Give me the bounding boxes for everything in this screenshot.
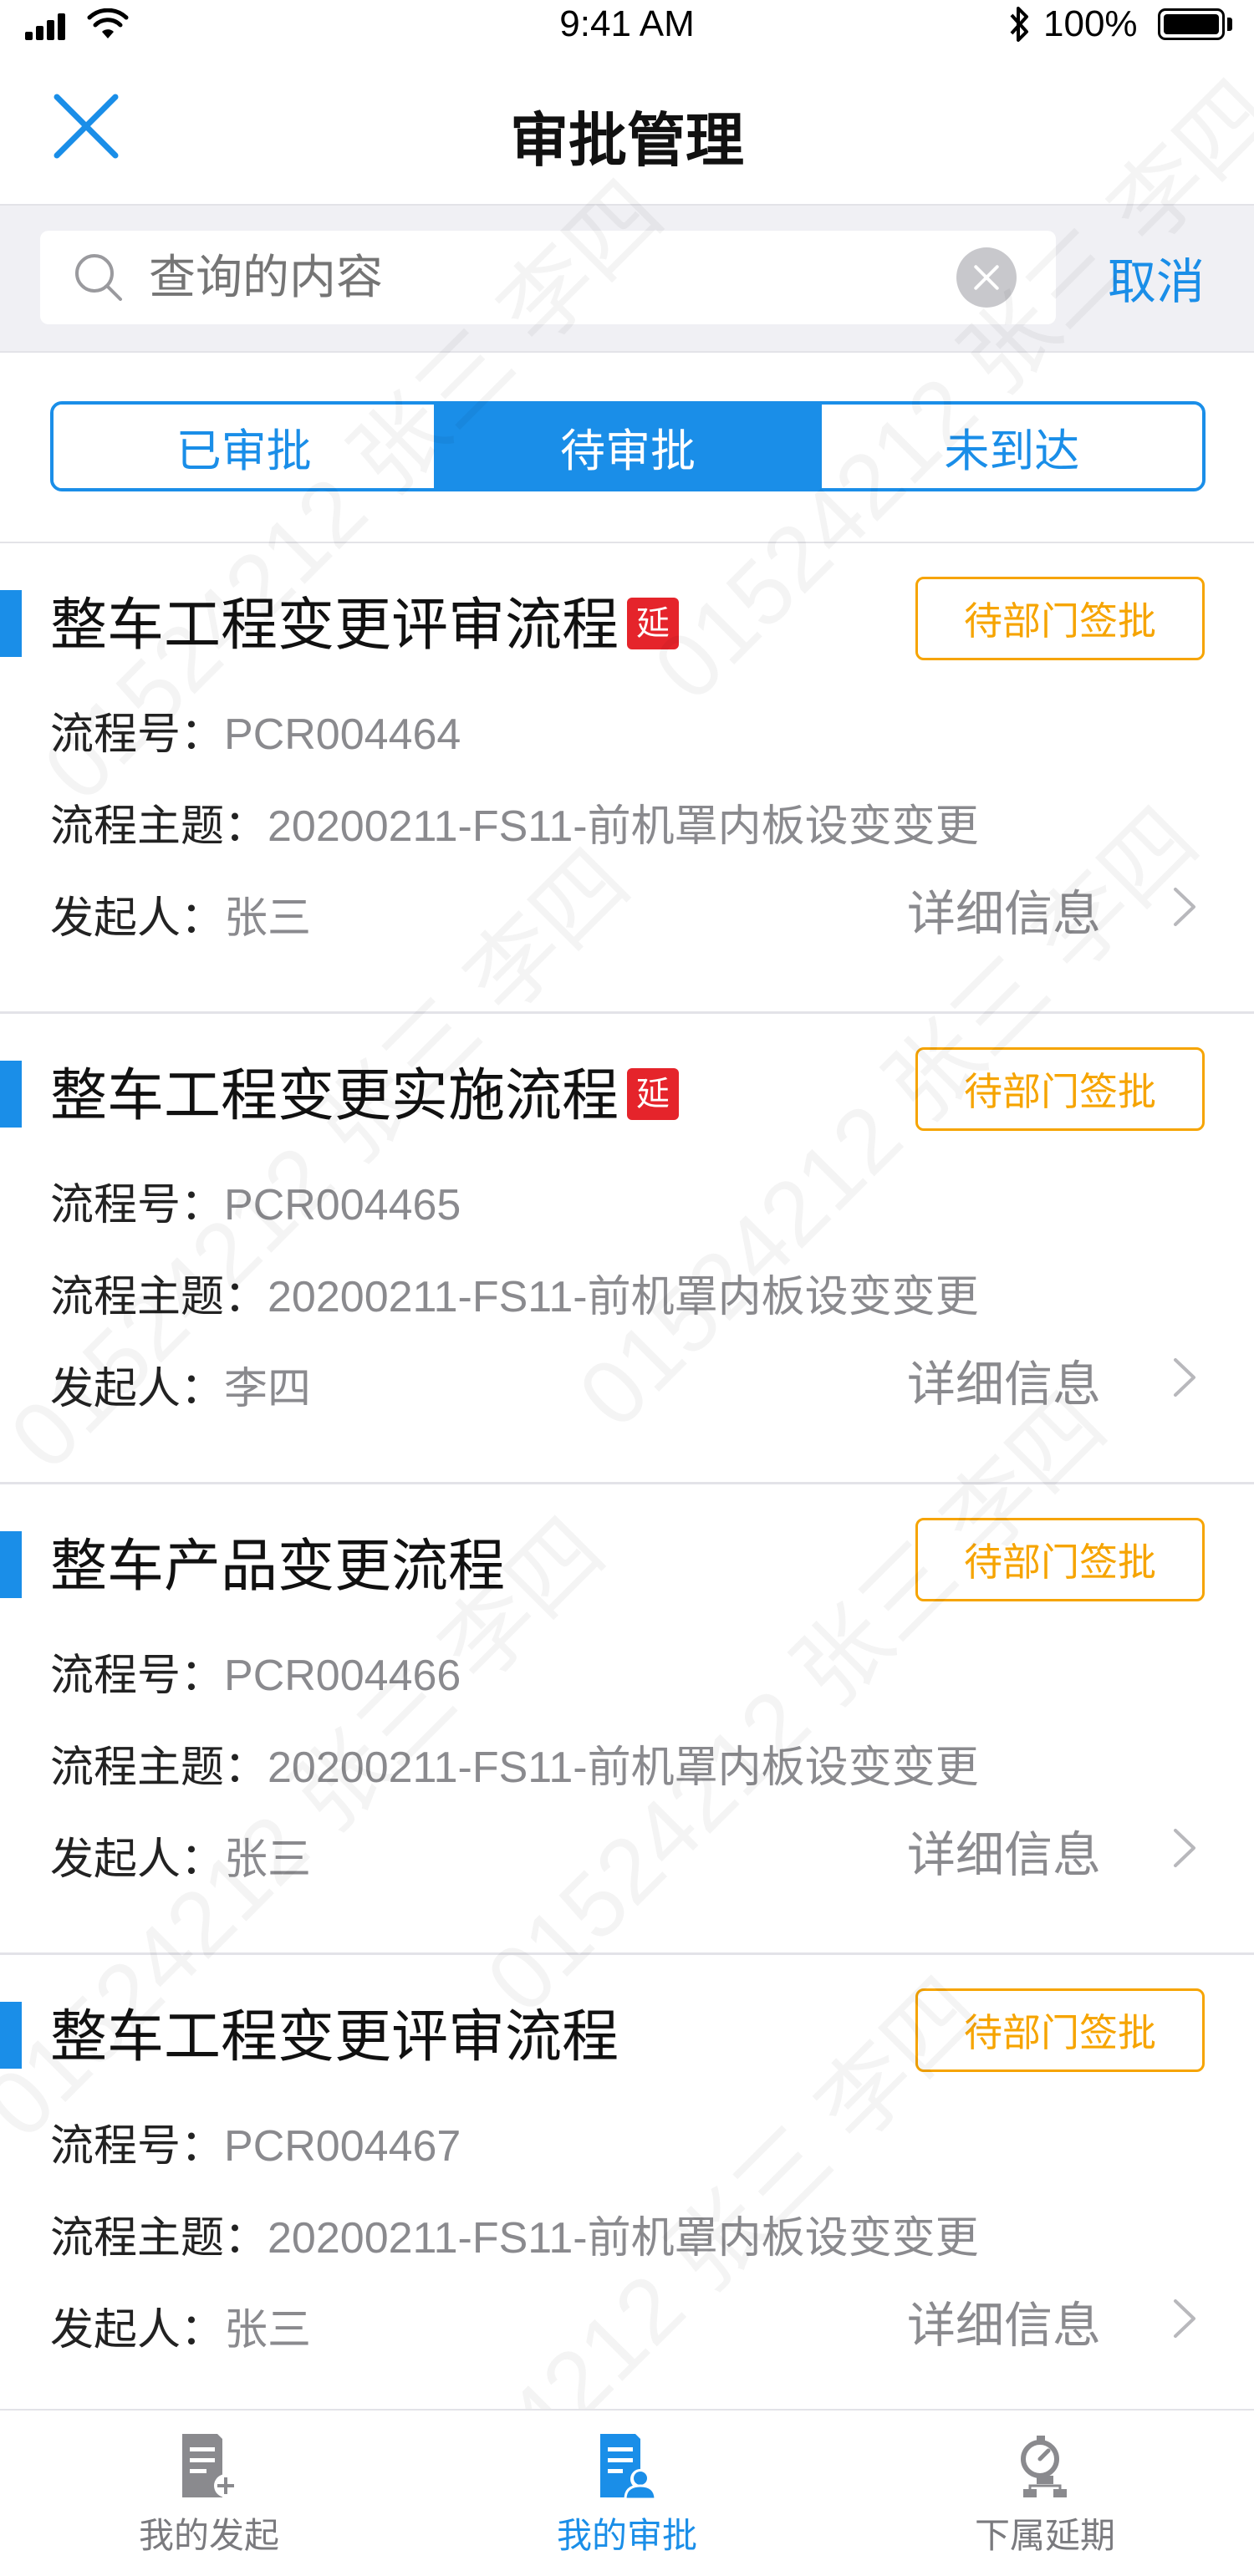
battery-tip <box>1227 18 1232 31</box>
initiator-row: 发起人：张三 <box>50 1824 311 1886</box>
detail-info-link[interactable]: 详细信息 <box>907 1815 1101 1886</box>
initiator-row: 发起人：张三 <box>50 2294 311 2357</box>
tab-pending[interactable]: 待审批 <box>434 405 818 488</box>
tab-subordinate-delays[interactable]: 下属延期 <box>836 2411 1254 2576</box>
process-number-value: PCR004464 <box>224 710 461 759</box>
search-bar: 取消 <box>0 206 1254 353</box>
card-accent-bar <box>0 2002 22 2069</box>
status-badge[interactable]: 待部门签批 <box>915 577 1205 660</box>
initiator-label: 发起人： <box>50 893 225 944</box>
tab-not-arrived[interactable]: 未到达 <box>818 405 1202 488</box>
initiator-value: 李四 <box>224 1365 312 1413</box>
process-title: 整车工程变更评审流程延 <box>50 578 680 661</box>
delay-badge: 延 <box>627 598 680 650</box>
tab-my-initiated[interactable]: 我的发起 <box>0 2411 418 2576</box>
filter-segment-area: 已审批 待审批 未到达 <box>0 353 1254 544</box>
card-accent-bar <box>0 1061 22 1128</box>
detail-info-link[interactable]: 详细信息 <box>907 874 1101 944</box>
card-accent-bar <box>0 1531 22 1598</box>
process-subject-row: 流程主题：20200211-FS11-前机罩内板设变变更 <box>50 2202 979 2265</box>
page-title: 审批管理 <box>510 106 744 175</box>
approval-management-screen: 9:41 AM 100% 审批管理 取消 已审批 待审批 <box>0 0 1254 2576</box>
initiator-row: 发起人：张三 <box>50 883 311 945</box>
card-accent-bar <box>0 590 22 657</box>
process-title-text: 整车工程变更实施流程 <box>50 1063 619 1129</box>
process-subject-row: 流程主题：20200211-FS11-前机罩内板设变变更 <box>50 1261 979 1324</box>
search-input[interactable] <box>149 231 985 324</box>
initiator-label: 发起人： <box>50 1835 225 1885</box>
battery-icon <box>1158 8 1225 40</box>
process-number-row: 流程号：PCR004466 <box>50 1640 461 1703</box>
navigation-bar: 审批管理 <box>0 52 1254 206</box>
initiator-label: 发起人： <box>50 1364 225 1414</box>
process-subject-value: 20200211-FS11-前机罩内板设变变更 <box>268 1273 979 1321</box>
chevron-right-icon[interactable] <box>1170 1357 1199 1398</box>
bluetooth-icon <box>1010 7 1028 42</box>
process-subject-value: 20200211-FS11-前机罩内板设变变更 <box>268 1744 979 1792</box>
status-badge[interactable]: 待部门签批 <box>915 1988 1205 2072</box>
process-subject-label: 流程主题： <box>50 802 268 852</box>
process-subject-row: 流程主题：20200211-FS11-前机罩内板设变变更 <box>50 1732 979 1795</box>
process-title-text: 整车工程变更评审流程 <box>50 2004 619 2070</box>
chevron-right-icon[interactable] <box>1170 886 1199 928</box>
clear-search-icon[interactable] <box>956 247 1017 308</box>
process-subject-label: 流程主题： <box>50 1743 268 1793</box>
status-badge[interactable]: 待部门签批 <box>915 1518 1205 1601</box>
process-number-label: 流程号： <box>50 2121 225 2171</box>
initiator-value: 张三 <box>224 894 312 943</box>
tab-label: 我的发起 <box>138 2515 279 2556</box>
process-number-label: 流程号： <box>50 1180 225 1230</box>
chevron-right-icon[interactable] <box>1170 1827 1199 1869</box>
tab-label: 下属延期 <box>974 2515 1115 2556</box>
process-number-label: 流程号： <box>50 710 225 760</box>
detail-info-link[interactable]: 详细信息 <box>907 1345 1101 1415</box>
process-number-row: 流程号：PCR004464 <box>50 699 461 761</box>
document-add-icon <box>182 2434 237 2497</box>
list-item[interactable]: 整车产品变更流程 待部门签批 流程号：PCR004466 流程主题：202002… <box>0 1484 1254 1955</box>
tab-approved[interactable]: 已审批 <box>54 405 435 488</box>
list-item[interactable]: 整车工程变更评审流程延 待部门签批 流程号：PCR004464 流程主题：202… <box>0 543 1254 1014</box>
initiator-value: 张三 <box>224 1835 312 1884</box>
process-number-value: PCR004467 <box>224 2122 461 2171</box>
process-number-row: 流程号：PCR004467 <box>50 2110 461 2173</box>
battery-percentage: 100% <box>1043 3 1138 44</box>
document-user-icon <box>600 2434 657 2499</box>
detail-info-link[interactable]: 详细信息 <box>907 2286 1101 2356</box>
search-icon <box>75 254 122 301</box>
process-subject-value: 20200211-FS11-前机罩内板设变变更 <box>268 2214 979 2263</box>
process-title: 整车产品变更流程 <box>50 1520 505 1602</box>
process-subject-row: 流程主题：20200211-FS11-前机罩内板设变变更 <box>50 791 979 853</box>
process-number-label: 流程号： <box>50 1651 225 1701</box>
status-badge[interactable]: 待部门签批 <box>915 1047 1205 1131</box>
process-title-text: 整车产品变更流程 <box>50 1534 506 1600</box>
timer-hierarchy-icon <box>1021 2436 1067 2497</box>
process-subject-label: 流程主题： <box>50 2213 268 2263</box>
process-number-row: 流程号：PCR004465 <box>50 1169 461 1232</box>
process-title: 整车工程变更实施流程延 <box>50 1049 680 1132</box>
delay-badge: 延 <box>627 1068 680 1121</box>
process-title: 整车工程变更评审流程 <box>50 1990 619 2073</box>
tab-my-approvals[interactable]: 我的审批 <box>418 2411 836 2576</box>
process-subject-label: 流程主题： <box>50 1272 268 1322</box>
search-box[interactable] <box>40 231 1056 324</box>
cancel-button[interactable]: 取消 <box>1108 242 1205 313</box>
process-subject-value: 20200211-FS11-前机罩内板设变变更 <box>268 802 979 851</box>
tab-label: 我的审批 <box>556 2515 697 2556</box>
process-number-value: PCR004465 <box>224 1181 461 1229</box>
list-item[interactable]: 整车工程变更实施流程延 待部门签批 流程号：PCR004465 流程主题：202… <box>0 1014 1254 1484</box>
process-title-text: 整车工程变更评审流程 <box>50 593 619 659</box>
process-number-value: PCR004466 <box>224 1652 461 1700</box>
bottom-tab-bar: 我的发起 我的审批 下属延期 <box>0 2409 1254 2576</box>
initiator-row: 发起人：李四 <box>50 1353 311 1416</box>
approval-status-segmented-control: 已审批 待审批 未到达 <box>50 401 1206 491</box>
initiator-value: 张三 <box>224 2306 312 2355</box>
list-item[interactable]: 整车工程变更评审流程 待部门签批 流程号：PCR004467 流程主题：2020… <box>0 1955 1254 2426</box>
chevron-right-icon[interactable] <box>1170 2298 1199 2339</box>
initiator-label: 发起人： <box>50 2305 225 2355</box>
status-bar: 9:41 AM 100% <box>0 0 1254 52</box>
